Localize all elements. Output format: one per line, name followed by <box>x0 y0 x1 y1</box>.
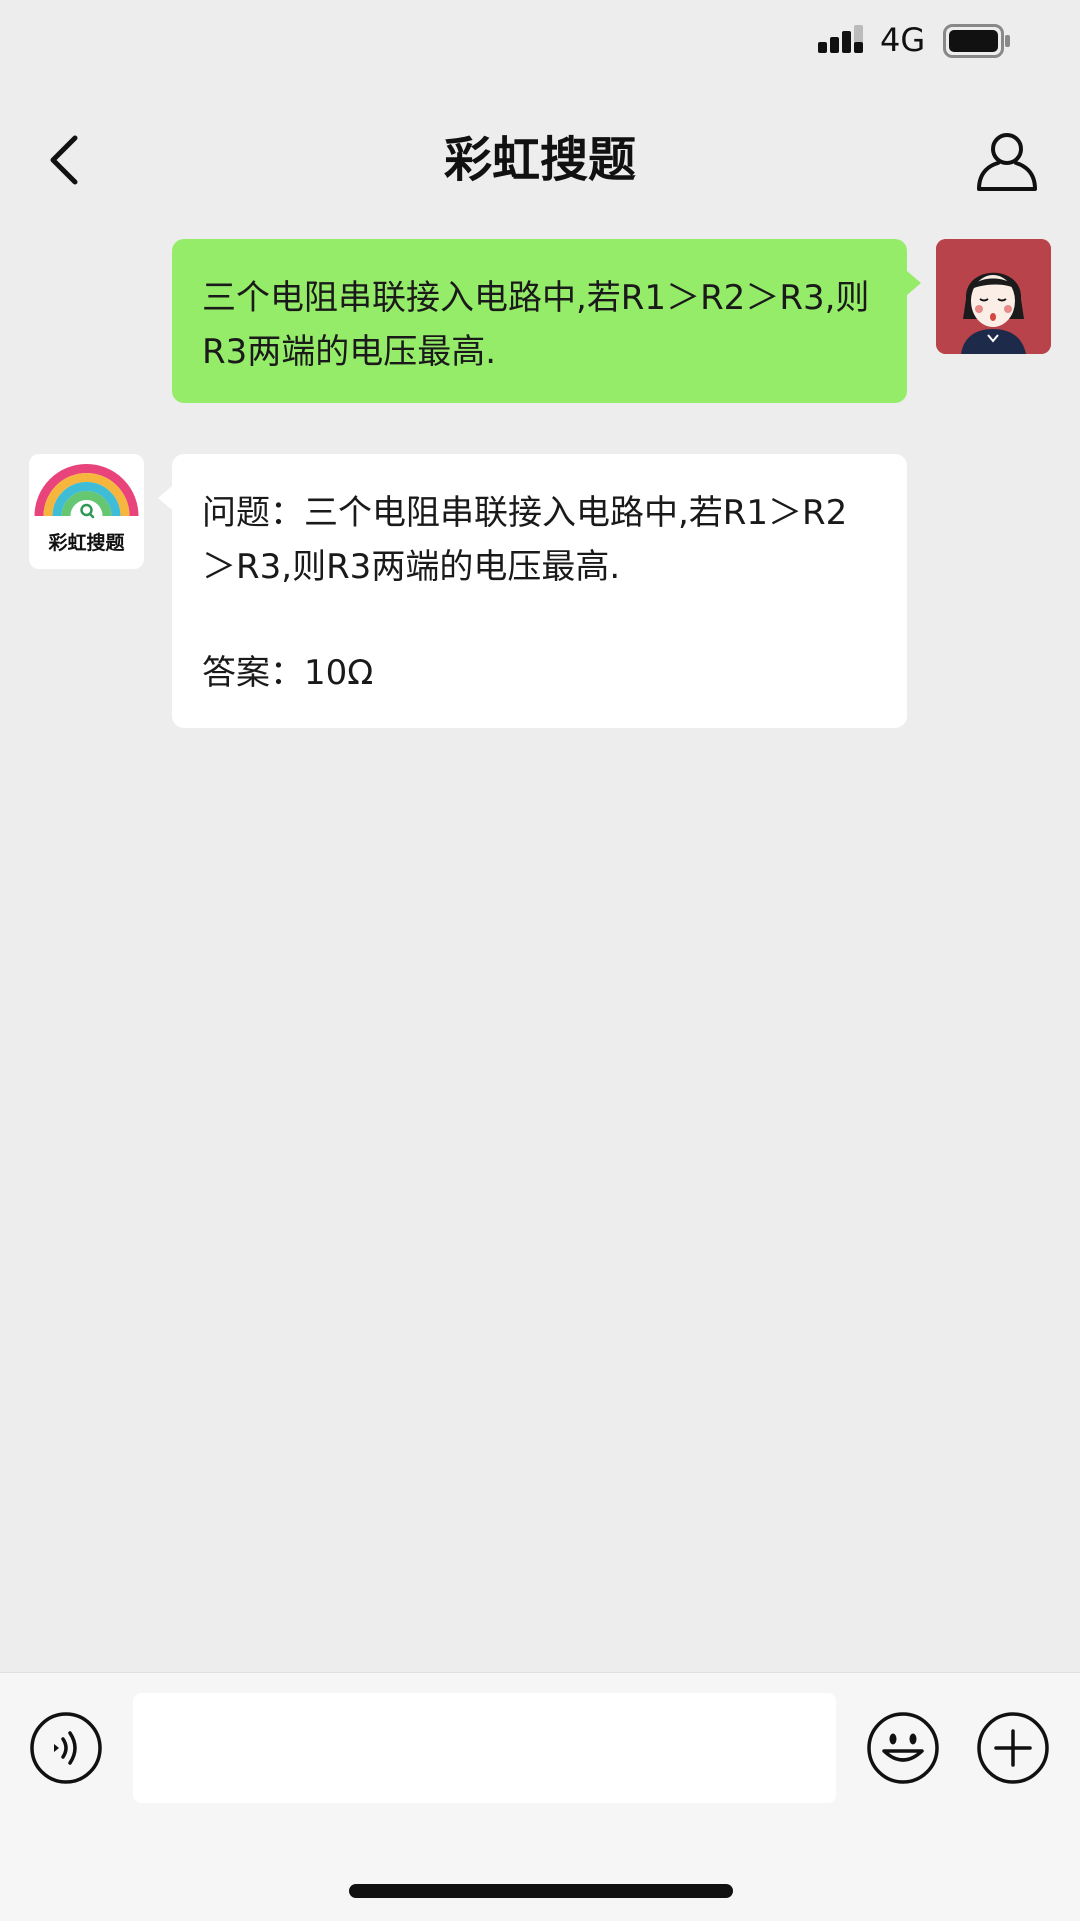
home-indicator[interactable] <box>349 1884 733 1898</box>
girl-avatar-icon <box>936 239 1051 354</box>
nav-bar: 彩虹搜题 <box>0 100 1080 220</box>
bot-avatar[interactable]: 彩虹搜题 <box>29 454 144 569</box>
bot-question-text: 问题：三个电阻串联接入电路中,若R1＞R2＞R3,则R3两端的电压最高. <box>202 493 848 587</box>
bot-message-bubble[interactable]: 问题：三个电阻串联接入电路中,若R1＞R2＞R3,则R3两端的电压最高. 答案：… <box>158 454 907 728</box>
signal-icon <box>818 25 863 53</box>
user-message-bubble[interactable]: 三个电阻串联接入电路中,若R1＞R2＞R3,则R3两端的电压最高. <box>172 239 921 403</box>
plus-icon[interactable] <box>976 1711 1050 1785</box>
network-label: 4G <box>880 21 926 59</box>
user-message-text: 三个电阻串联接入电路中,若R1＞R2＞R3,则R3两端的电压最高. <box>202 278 870 372</box>
message-input[interactable] <box>133 1693 836 1803</box>
logo-text: 彩虹搜题 <box>48 532 125 554</box>
status-bar: 4G <box>0 0 1080 80</box>
page-title: 彩虹搜题 <box>443 132 636 188</box>
bot-answer-text: 答案：10Ω <box>202 653 374 693</box>
voice-icon[interactable] <box>29 1711 103 1785</box>
user-avatar[interactable] <box>936 239 1051 354</box>
rainbow-logo-icon <box>34 464 139 519</box>
emoji-icon[interactable] <box>866 1711 940 1785</box>
battery-icon <box>943 24 1010 58</box>
user-profile-icon[interactable] <box>974 127 1040 193</box>
